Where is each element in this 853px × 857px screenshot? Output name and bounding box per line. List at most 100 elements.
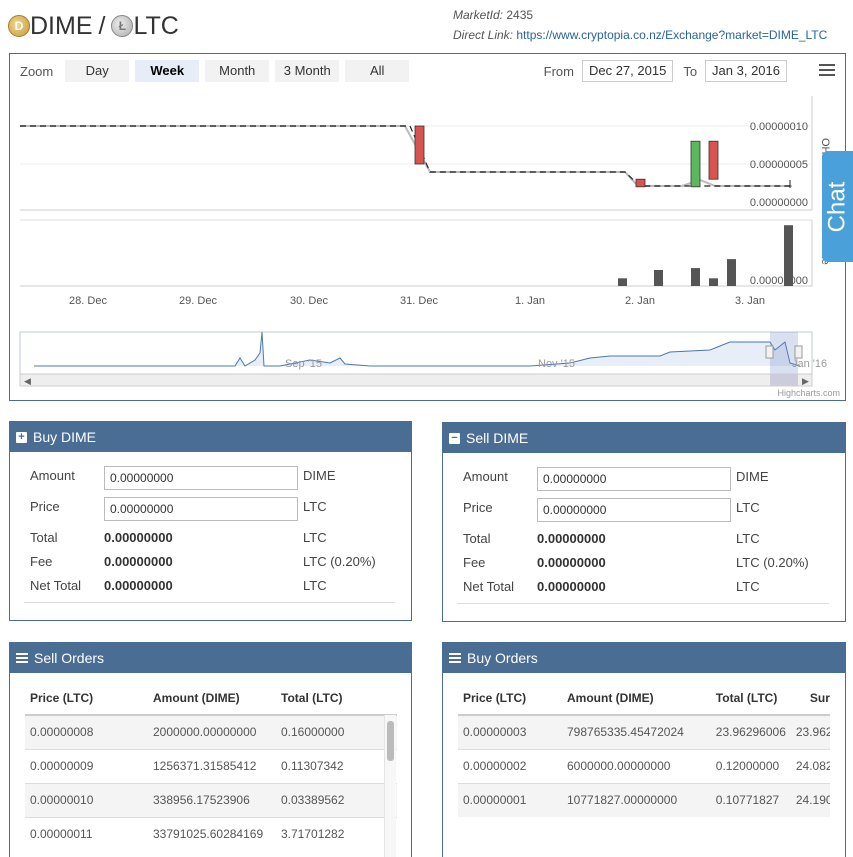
total-value: 0.00000000 — [537, 531, 606, 546]
price-tick: 0.00000005 — [750, 159, 808, 171]
to-date-input[interactable]: Jan 3, 2016 — [705, 60, 787, 82]
scroll-left-icon[interactable]: ◀ — [24, 376, 31, 386]
buy-panel: + Buy DIME Amount 0.00000000 DIME Price 0… — [9, 421, 412, 621]
order-cell: 23.962960 — [785, 714, 830, 749]
sell-orders-table: Price (LTC) Amount (DIME) Total (LTC) 0.… — [25, 681, 397, 851]
scroll-right-icon[interactable]: ▶ — [802, 376, 809, 386]
net-total-value: 0.00000000 — [537, 579, 606, 594]
volume-bar[interactable] — [654, 270, 663, 286]
date-range: From Dec 27, 2015 To Jan 3, 2016 — [544, 60, 797, 82]
chat-label: Chat — [823, 181, 851, 232]
highcharts-credit[interactable]: Highcharts.com — [777, 388, 840, 398]
x-tick: 30. Dec — [290, 295, 328, 307]
chart-canvas: 0.00000010 0.00000005 0.00000000 0.00000… — [19, 96, 840, 398]
order-cell: 0.16000000 — [276, 714, 397, 749]
col-total[interactable]: Total (LTC) — [276, 681, 397, 716]
zoom-3month-button[interactable]: 3 Month — [275, 60, 340, 82]
volume-bar[interactable] — [784, 225, 793, 286]
order-cell: 10771827.00000000 — [543, 782, 684, 817]
col-amount[interactable]: Amount (DIME) — [543, 681, 684, 716]
price-unit: LTC — [736, 500, 760, 515]
navigator-right-handle[interactable] — [794, 345, 803, 359]
col-price[interactable]: Price (LTC) — [25, 681, 148, 716]
x-tick: 28. Dec — [69, 295, 107, 307]
dime-coin-icon: D — [8, 15, 30, 37]
close-dashed-line — [20, 125, 792, 187]
navigator-left-handle[interactable] — [765, 345, 774, 359]
candle-green[interactable] — [690, 140, 701, 188]
from-date-input[interactable]: Dec 27, 2015 — [581, 60, 674, 82]
sell-orders-table-wrap: Price (LTC) Amount (DIME) Total (LTC) 0.… — [25, 681, 397, 851]
volume-bar[interactable] — [691, 268, 700, 286]
order-row[interactable]: 0.00000010 338956.17523906 0.03389562 — [25, 782, 397, 817]
total-unit: LTC — [736, 531, 760, 546]
volume-bar[interactable] — [727, 259, 736, 286]
volume-bar[interactable] — [709, 278, 718, 286]
col-price[interactable]: Price (LTC) — [458, 681, 543, 716]
order-cell: 3.71701282 — [276, 816, 397, 851]
fee-value: 0.00000000 — [537, 555, 606, 570]
minus-icon: − — [449, 432, 460, 444]
amount-unit: DIME — [303, 468, 336, 483]
volume-bar[interactable] — [618, 278, 627, 286]
market-meta: MarketId: 2435 Direct Link: https://www.… — [453, 5, 827, 45]
fee-unit: LTC (0.20%) — [736, 555, 809, 570]
candle-red[interactable] — [414, 125, 425, 165]
sell-panel-title: Sell DIME — [466, 430, 529, 446]
order-cell: 0.00000001 — [458, 782, 543, 817]
price-trend-line — [20, 125, 792, 187]
x-tick: 31. Dec — [400, 295, 438, 307]
from-label: From — [543, 63, 574, 79]
fee-value: 0.00000000 — [104, 554, 173, 569]
zoom-all-button[interactable]: All — [345, 60, 410, 82]
nav-label: Nov '15 — [538, 358, 575, 370]
direct-link-label: Direct Link: — [453, 28, 514, 42]
order-cell: 0.11307342 — [276, 748, 397, 783]
amount-label: Amount — [463, 469, 508, 484]
order-row[interactable]: 0.00000003 798765335.45472024 23.96296006 2… — [458, 714, 830, 749]
buy-orders-header: Buy Orders — [443, 643, 845, 673]
col-sum[interactable]: Sur — [785, 681, 830, 716]
navigator-scrollbar[interactable] — [19, 373, 813, 387]
zoom-week-button[interactable]: Week — [135, 60, 200, 82]
price-tick: 0.00000000 — [750, 197, 808, 209]
chart-menu-icon[interactable] — [819, 64, 835, 78]
buy-orders-table: Price (LTC) Amount (DIME) Total (LTC) Su… — [458, 681, 830, 817]
pair-header: D DIME / Ł LTC — [8, 10, 179, 42]
pair-separator: / — [98, 11, 106, 40]
candle-red[interactable] — [708, 140, 719, 180]
scrollbar-thumb[interactable] — [387, 721, 394, 761]
order-row[interactable]: 0.00000002 6000000.00000000 0.12000000 24.0… — [458, 748, 830, 783]
zoom-month-button[interactable]: Month — [205, 60, 270, 82]
nav-label: Jan '16 — [792, 358, 827, 370]
order-cell: 24.082960 — [785, 748, 830, 783]
col-total[interactable]: Total (LTC) — [683, 681, 786, 716]
order-cell: 0.00000009 — [25, 748, 148, 783]
candle-red[interactable] — [635, 178, 646, 188]
order-row[interactable]: 0.00000001 10771827.00000000 0.10771827 24.… — [458, 782, 830, 817]
x-tick: 29. Dec — [179, 295, 217, 307]
sell-panel-header: − Sell DIME — [443, 423, 845, 453]
buy-price-input[interactable]: 0.00000000 — [104, 497, 298, 521]
sell-orders-panel: Sell Orders Price (LTC) Amount (DIME) To… — [9, 642, 412, 857]
order-row[interactable]: 0.00000011 33791025.60284169 3.71701282 — [25, 816, 397, 851]
x-tick: 1. Jan — [515, 295, 545, 307]
zoom-day-button[interactable]: Day — [65, 60, 130, 82]
volume-tick: 0.00000000 — [750, 275, 808, 287]
scrollbar-thumb[interactable] — [770, 374, 798, 386]
buy-orders-title: Buy Orders — [467, 650, 538, 666]
amount-label: Amount — [30, 468, 75, 483]
order-cell: 338956.17523906 — [148, 782, 276, 817]
order-row[interactable]: 0.00000008 2000000.00000000 0.16000000 — [25, 714, 397, 749]
chat-tab[interactable]: Chat — [822, 151, 853, 262]
zoom-label: Zoom — [20, 63, 54, 79]
order-row[interactable]: 0.00000009 1256371.31585412 0.11307342 — [25, 748, 397, 783]
buy-panel-header: + Buy DIME — [10, 422, 411, 452]
x-tick: 3. Jan — [735, 295, 765, 307]
direct-link[interactable]: https://www.cryptopia.co.nz/Exchange?mar… — [516, 28, 827, 42]
col-amount[interactable]: Amount (DIME) — [148, 681, 276, 716]
buy-amount-input[interactable]: 0.00000000 — [104, 466, 298, 490]
sell-price-input[interactable]: 0.00000000 — [537, 498, 731, 522]
sell-orders-scrollbar[interactable] — [384, 715, 396, 857]
sell-amount-input[interactable]: 0.00000000 — [537, 467, 731, 491]
